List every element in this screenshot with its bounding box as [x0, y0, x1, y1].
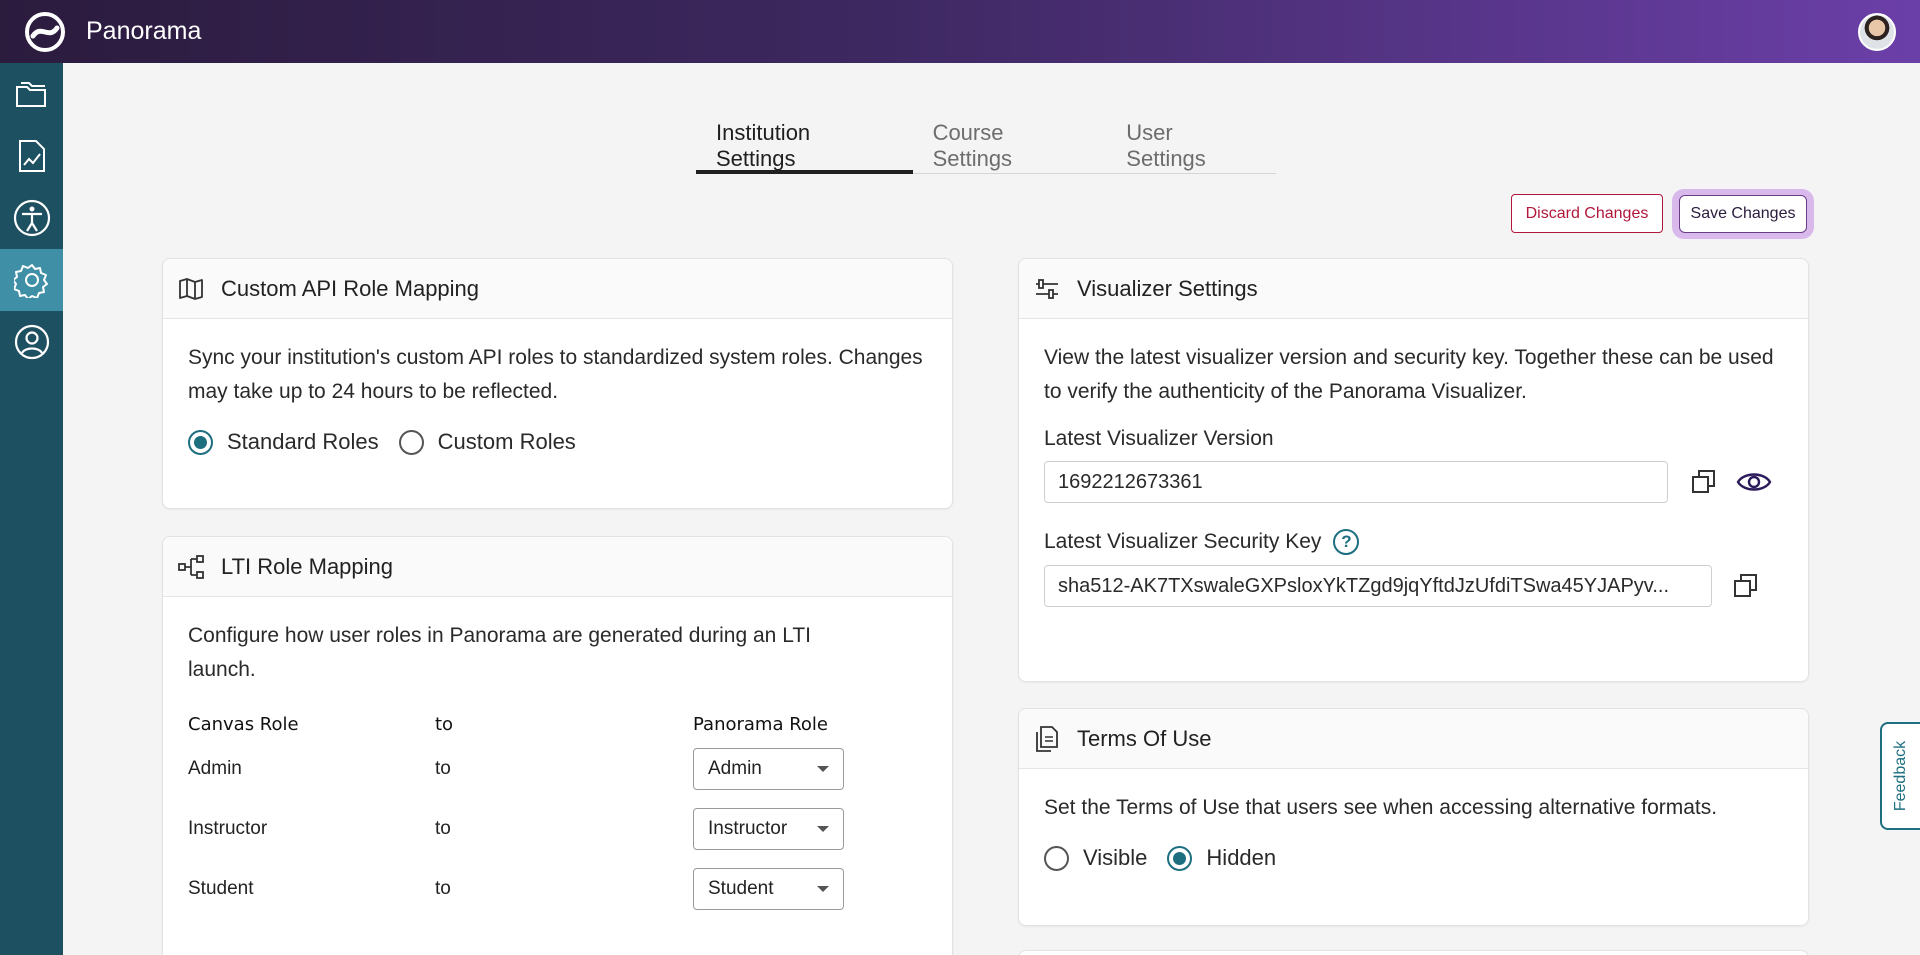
- hierarchy-icon: [177, 553, 205, 581]
- eye-icon: [1736, 473, 1772, 491]
- radio-label: Visible: [1083, 845, 1148, 870]
- folders-icon: [15, 82, 46, 107]
- radio-label: Standard Roles: [227, 429, 379, 454]
- panorama-role-select[interactable]: Instructor: [693, 808, 844, 850]
- terms-visibility-radio-group: Visible Hidden: [1044, 845, 1783, 871]
- canvas-role: Admin: [188, 758, 242, 779]
- tab-course-settings[interactable]: Course Settings: [913, 118, 1107, 174]
- card-description: View the latest visualizer version and s…: [1044, 346, 1774, 403]
- standard-roles-radio[interactable]: [188, 429, 213, 455]
- lti-role-mapping-card: LTI Role Mapping Configure how user role…: [162, 536, 953, 955]
- sidebar-item-accessibility[interactable]: [0, 187, 63, 249]
- document-copy-icon: [1033, 725, 1061, 753]
- card-description: Sync your institution's custom API roles…: [188, 346, 923, 403]
- card-title: Visualizer Settings: [1077, 275, 1258, 301]
- card-header: Terms Of Use: [1019, 709, 1808, 769]
- caret-down-icon: [817, 886, 829, 892]
- sidebar-item-settings[interactable]: [0, 249, 63, 311]
- to-label: to: [435, 758, 451, 779]
- role-mapping-table: Canvas Role to Panorama Role Admin to Ad…: [188, 709, 927, 919]
- visible-radio[interactable]: [1044, 845, 1069, 871]
- panorama-role-select[interactable]: Admin: [693, 748, 844, 790]
- select-value: Admin: [708, 758, 762, 779]
- select-value: Instructor: [708, 818, 788, 839]
- caret-down-icon: [817, 766, 829, 772]
- custom-roles-radio[interactable]: [398, 429, 424, 455]
- card-header: Custom API Role Mapping: [163, 259, 952, 319]
- tab-institution-settings[interactable]: Institution Settings: [696, 118, 913, 174]
- visualizer-settings-card: Visualizer Settings View the latest visu…: [1018, 258, 1809, 682]
- tab-user-settings[interactable]: User Settings: [1106, 118, 1276, 174]
- card-description: Configure how user roles in Panorama are…: [188, 624, 811, 681]
- panorama-logo-icon[interactable]: [22, 9, 68, 55]
- caret-down-icon: [817, 826, 829, 832]
- terms-of-use-card: Terms Of Use Set the Terms of Use that u…: [1018, 708, 1809, 926]
- select-value: Student: [708, 878, 774, 899]
- app-name: Panorama: [86, 17, 202, 45]
- version-label: Latest Visualizer Version: [1044, 427, 1274, 450]
- sidebar-item-profile[interactable]: [0, 311, 63, 373]
- card-title: Custom API Role Mapping: [221, 275, 480, 301]
- help-icon[interactable]: ?: [1333, 529, 1360, 555]
- next-card-partial: [1018, 950, 1809, 955]
- custom-api-role-mapping-card: Custom API Role Mapping Sync your instit…: [162, 258, 953, 509]
- feedback-label: Feedback: [1892, 740, 1910, 812]
- sliders-icon: [1033, 275, 1061, 303]
- feedback-tab[interactable]: Feedback: [1880, 722, 1920, 830]
- sidebar-item-reports[interactable]: [0, 125, 63, 187]
- map-icon: [177, 275, 205, 303]
- card-title: Terms Of Use: [1077, 725, 1212, 751]
- security-key-label: Latest Visualizer Security Key ?: [1044, 529, 1783, 555]
- sidebar-item-files[interactable]: [0, 63, 63, 125]
- user-avatar[interactable]: [1858, 13, 1896, 51]
- card-header: Visualizer Settings: [1019, 259, 1808, 319]
- column-header: Canvas Role: [188, 713, 299, 735]
- table-header: Canvas Role to Panorama Role: [188, 709, 927, 739]
- card-description: Set the Terms of Use that users see when…: [1044, 796, 1718, 819]
- user-circle-icon: [14, 324, 49, 360]
- table-row: Admin to Admin: [188, 739, 927, 799]
- panorama-role-select[interactable]: Student: [693, 868, 844, 910]
- top-bar: Panorama: [0, 0, 1920, 63]
- to-label: to: [435, 818, 451, 839]
- column-header: Panorama Role: [693, 713, 828, 735]
- copy-key-button[interactable]: [1728, 568, 1764, 604]
- role-type-radio-group: Standard Roles Custom Roles: [188, 429, 927, 455]
- security-key-field[interactable]: sha512-AK7TXswaleGXPsloxYkTZgd9jqYftdJzU…: [1044, 565, 1712, 607]
- report-chart-icon: [18, 140, 45, 172]
- table-row: Instructor to Instructor: [188, 799, 927, 859]
- security-key-label-text: Latest Visualizer Security Key: [1044, 530, 1322, 553]
- show-version-button[interactable]: [1736, 464, 1772, 500]
- radio-label: Hidden: [1206, 845, 1277, 870]
- copy-icon: [1734, 574, 1757, 597]
- column-header: to: [435, 713, 454, 735]
- canvas-role: Student: [188, 878, 254, 899]
- table-row: Student to Student: [188, 859, 927, 919]
- save-changes-button[interactable]: Save Changes: [1679, 195, 1807, 233]
- gear-icon: [13, 264, 48, 298]
- card-header: LTI Role Mapping: [163, 537, 952, 597]
- copy-version-button[interactable]: [1686, 464, 1722, 500]
- card-title: LTI Role Mapping: [221, 553, 394, 579]
- sidebar: [0, 63, 63, 955]
- to-label: to: [435, 878, 451, 899]
- hidden-radio[interactable]: [1167, 845, 1193, 871]
- settings-tabs: Institution Settings Course Settings Use…: [696, 118, 1276, 174]
- accessibility-icon: [13, 199, 50, 237]
- visualizer-version-field[interactable]: 1692212673361: [1044, 461, 1668, 503]
- canvas-role: Instructor: [188, 818, 268, 839]
- radio-label: Custom Roles: [437, 429, 576, 454]
- copy-icon: [1692, 470, 1715, 493]
- discard-changes-button[interactable]: Discard Changes: [1511, 194, 1663, 233]
